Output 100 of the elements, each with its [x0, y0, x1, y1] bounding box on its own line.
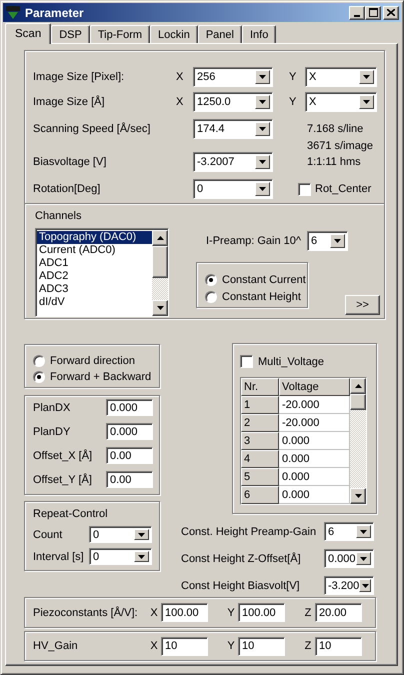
- field-label: PlanDY: [33, 426, 72, 438]
- caret-icon: [259, 127, 266, 131]
- radio-button[interactable]: [205, 290, 217, 302]
- field-label: Biasvoltage [V]: [33, 156, 108, 168]
- checkbox-label[interactable]: Rot_Center: [315, 183, 372, 195]
- caret-icon: [363, 100, 370, 104]
- minimize-icon: [354, 14, 360, 16]
- axis-label: X: [176, 96, 184, 108]
- input-field[interactable]: 10: [315, 636, 362, 656]
- list-item[interactable]: ADC3: [37, 283, 152, 296]
- dropdown[interactable]: 256: [193, 67, 273, 87]
- input-field[interactable]: 10: [238, 636, 285, 656]
- list-item[interactable]: Topography (DAC0): [37, 231, 152, 244]
- caret-icon: [362, 584, 369, 588]
- field-label: Image Size [Å]: [33, 96, 106, 108]
- close-button[interactable]: [383, 6, 399, 20]
- dropdown[interactable]: 0: [89, 526, 152, 543]
- list-item[interactable]: dI/dV: [37, 296, 152, 309]
- tab[interactable]: Panel: [198, 25, 242, 43]
- checkbox-label[interactable]: Multi_Voltage: [258, 356, 324, 368]
- row-header: 5: [241, 468, 279, 486]
- dropdown[interactable]: 6: [324, 522, 374, 541]
- row-header: 3: [241, 432, 279, 450]
- radio-label[interactable]: Forward direction: [50, 355, 135, 367]
- field-label: Piezoconstants [Å/V]:: [33, 606, 139, 618]
- dropdown[interactable]: 0.000: [324, 549, 374, 568]
- radio-label[interactable]: Constant Current: [222, 274, 306, 286]
- maximize-button[interactable]: [365, 6, 381, 20]
- field-label: HV_Gain: [33, 640, 79, 652]
- field-label: Const Height Z-Offset[Å]: [181, 552, 301, 564]
- checkbox[interactable]: [298, 182, 311, 196]
- field-label: Offset_Y [Å]: [33, 474, 93, 486]
- input-field[interactable]: 0.000: [106, 399, 153, 416]
- tab[interactable]: Scan: [5, 23, 52, 44]
- list-item[interactable]: Current (ADC0): [37, 244, 152, 257]
- row-header: 2: [241, 414, 279, 432]
- field-label: Const Height Biasvolt[V]: [181, 580, 300, 592]
- tab[interactable]: DSP: [51, 25, 90, 43]
- tab[interactable]: Lockin: [150, 25, 198, 43]
- input-field[interactable]: 100.00: [238, 603, 285, 622]
- caret-icon: [259, 75, 266, 79]
- scroll-up-icon: [156, 236, 164, 240]
- field-label: Count: [33, 528, 64, 540]
- input-field[interactable]: 0.00: [106, 447, 153, 464]
- dropdown[interactable]: 0: [193, 179, 273, 199]
- axis-label: X: [176, 71, 184, 83]
- input-field[interactable]: 20.00: [315, 603, 362, 622]
- caret-icon: [138, 532, 145, 536]
- list-item[interactable]: ADC2: [37, 270, 152, 283]
- caret-icon: [259, 187, 266, 191]
- minimize-button[interactable]: [349, 6, 365, 20]
- timing-text: 7.168 s/line: [307, 122, 364, 137]
- row-header: 4: [241, 450, 279, 468]
- input-field[interactable]: 100.00: [161, 603, 208, 622]
- close-icon: [387, 9, 395, 16]
- axis-label: Y: [289, 96, 298, 108]
- dropdown[interactable]: 1250.0: [193, 92, 273, 112]
- caret-icon: [334, 239, 342, 243]
- axis-label: Y: [289, 71, 298, 83]
- radio-button[interactable]: [33, 371, 45, 383]
- radio-button[interactable]: [205, 274, 217, 286]
- scroll-thumb[interactable]: [152, 246, 168, 278]
- radio-label[interactable]: Forward + Backward: [50, 371, 152, 383]
- caret-icon: [259, 160, 266, 164]
- input-field[interactable]: 10: [161, 636, 208, 656]
- dropdown[interactable]: 174.4: [193, 119, 273, 139]
- field-label: PlanDX: [33, 402, 72, 414]
- checkbox[interactable]: [240, 355, 253, 368]
- dropdown[interactable]: 0: [89, 548, 152, 565]
- dropdown[interactable]: -3.2007: [193, 152, 273, 172]
- tab[interactable]: Info: [242, 25, 276, 43]
- radio-button[interactable]: [33, 355, 45, 367]
- caret-icon: [360, 556, 367, 560]
- row-header: 6: [241, 486, 279, 504]
- column-header: Voltage: [279, 378, 350, 396]
- list-item[interactable]: ADC1: [37, 257, 152, 270]
- field-label: Scanning Speed [Å/sec]: [33, 123, 152, 135]
- scroll-thumb[interactable]: [350, 394, 366, 410]
- scroll-down-icon: [354, 494, 362, 498]
- field-label: Rotation[Deg]: [33, 183, 102, 195]
- radio-label[interactable]: Constant Height: [222, 290, 301, 302]
- more-button[interactable]: >>: [345, 295, 380, 315]
- dropdown[interactable]: X: [305, 92, 377, 112]
- caret-icon: [138, 554, 145, 558]
- dropdown[interactable]: -3.200: [324, 576, 374, 595]
- axis-label: X: [149, 606, 159, 618]
- scrollbar[interactable]: [152, 230, 168, 316]
- dropdown[interactable]: 6: [307, 231, 348, 251]
- field-label: Const. Height Preamp-Gain: [181, 526, 316, 538]
- input-field[interactable]: 0.000: [106, 423, 153, 440]
- field-label: I-Preamp: Gain 10^: [206, 235, 302, 247]
- timing-text: 1:1:11 hms: [307, 155, 362, 170]
- input-field[interactable]: 0.00: [106, 471, 153, 488]
- caret-icon: [363, 75, 370, 79]
- channel-list[interactable]: Topography (DAC0) Current (ADC0) ADC1 ADC2 ADC3 dI/dV: [35, 228, 169, 317]
- dropdown[interactable]: X: [305, 67, 377, 87]
- tab[interactable]: Tip-Form: [90, 25, 150, 43]
- maximize-icon: [368, 8, 378, 17]
- caret-icon: [360, 530, 367, 534]
- scrollbar[interactable]: [350, 378, 366, 504]
